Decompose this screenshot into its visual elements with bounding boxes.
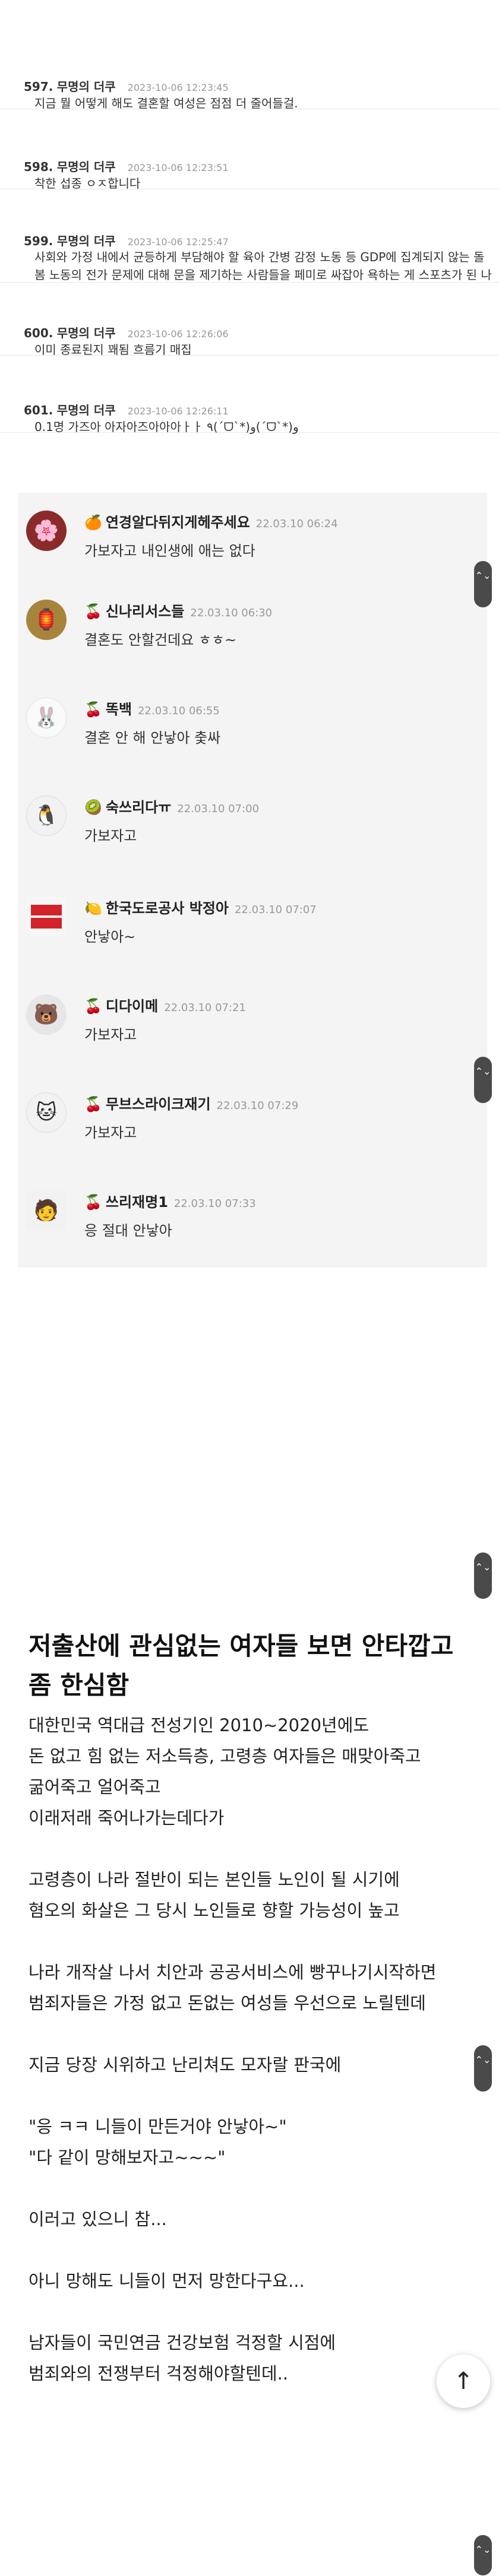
comment-598: 598. 무명의 더쿠 2023-10-06 12:23:51 착한 섭종 ㅇㅈ합… <box>0 145 499 191</box>
comment-nick[interactable]: 무명의 더쿠 <box>57 80 116 94</box>
article-line: 아니 망해도 니들이 먼저 망한다구요... <box>29 2271 305 2291</box>
penguin-icon[interactable]: 🐧 <box>26 796 67 836</box>
chat-nick[interactable]: 신나리서스들 <box>106 603 184 620</box>
chat-time: 22.03.10 06:30 <box>190 607 273 619</box>
level-badge-icon: 🍒 <box>84 1096 102 1113</box>
article-line: 돈 없고 힘 없는 저소득층, 고령층 여자들은 매맞아죽고 <box>29 1746 421 1766</box>
comment-number: 599. <box>24 234 53 248</box>
chat-nick[interactable]: 쓰리재명1 <box>106 1194 168 1211</box>
article-line: 대한민국 역대급 전성기인 2010~2020년에도 <box>29 1715 369 1735</box>
chat-time: 22.03.10 07:29 <box>216 1100 299 1112</box>
profile-photo-icon[interactable]: 🌸 <box>26 511 67 551</box>
scroll-handle[interactable]: ⌃⌄ <box>474 561 492 607</box>
comment-body: 0.1명 가즈아 아자아즈아아아ㅏㅏ ٩(ˊᗜˋ*)و(ˊᗜˋ*)و <box>34 420 299 434</box>
comment-nick[interactable]: 무명의 더쿠 <box>57 326 116 340</box>
article-line: 이래저래 죽어나가는데다가 <box>29 1808 225 1828</box>
comment-date: 2023-10-06 12:23:45 <box>127 82 229 93</box>
level-badge-icon: 🍒 <box>84 603 102 620</box>
chat-time: 22.03.10 07:07 <box>234 904 317 916</box>
article-line: 지금 당장 시위하고 난리쳐도 모자랄 판국에 <box>29 2055 342 2075</box>
character-icon[interactable]: 🧑 <box>26 1190 67 1231</box>
comment-body: 이미 종료된지 꽤됨 흐름기 매집 <box>34 343 192 357</box>
chat-text: 가보자고 <box>84 1026 137 1043</box>
comment-nick[interactable]: 무명의 더쿠 <box>57 234 116 248</box>
chat-text: 응 절대 안낳아 <box>84 1222 172 1239</box>
chat-text: 가보자고 <box>84 1124 137 1141</box>
chat-time: 22.03.10 06:24 <box>255 518 338 530</box>
chat-nick[interactable]: 숙쓰리다ㅠ <box>106 799 171 816</box>
comment-nick[interactable]: 무명의 더쿠 <box>57 160 116 174</box>
chat-nick[interactable]: 똑백 <box>106 701 132 718</box>
article-title: 저출산에 관심없는 여자들 보면 안타깝고 좀 한심함 <box>29 1631 454 1700</box>
comment-number: 597. <box>24 80 53 94</box>
scroll-handle[interactable]: ⌃⌄ <box>474 1552 492 1599</box>
chat-time: 22.03.10 07:33 <box>173 1197 256 1210</box>
level-badge-icon: 🥝 <box>84 799 102 816</box>
level-badge-icon: 🍒 <box>84 701 102 718</box>
article-line: "다 같이 망해보자고~~~" <box>29 2147 226 2168</box>
level-badge-icon: 🍊 <box>84 514 102 531</box>
chat-text: 결혼 안 해 안낳아 춫싸 <box>84 730 221 746</box>
bear-icon[interactable]: 🐻 <box>26 994 67 1035</box>
article-line: 남자들이 국민연금 건강보험 걱정할 시점에 <box>29 2333 336 2353</box>
chat-comment-list: 🌸 🍊 연경알다뒤지게헤주세요 22.03.10 06:24 가보자고 내인생에 애… <box>18 493 487 1268</box>
comment-600: 600. 무명의 더쿠 2023-10-06 12:26:06 이미 종료된지 꽤… <box>0 312 499 357</box>
rabbit-icon[interactable]: 🐰 <box>26 698 67 738</box>
comment-number: 598. <box>24 160 53 174</box>
level-badge-icon: 🍒 <box>84 1194 102 1211</box>
chat-time: 22.03.10 06:55 <box>138 705 220 717</box>
comment-number: 600. <box>24 326 53 340</box>
article-body: 대한민국 역대급 전성기인 2010~2020년에도돈 없고 힘 없는 저소득층… <box>29 1710 480 2389</box>
comment-599: 599. 무명의 더쿠 2023-10-06 12:25:47 사회와 가정 내에… <box>0 220 499 283</box>
article-line: 이러고 있으니 참... <box>29 2209 167 2229</box>
chat-time: 22.03.10 07:00 <box>177 803 260 815</box>
text-logo-icon[interactable] <box>26 896 67 937</box>
comment-number: 601. <box>24 403 53 417</box>
article-line: 혐오의 화살은 그 당시 노인들로 향할 가능성이 높고 <box>29 1900 400 1921</box>
article-line: 고령층이 나라 절반이 되는 본인들 노인이 될 시기에 <box>29 1870 400 1890</box>
article-line: 범죄자들은 가정 없고 돈없는 여성들 우선으로 노릴텐데 <box>29 1993 426 2013</box>
comment-nick[interactable]: 무명의 더쿠 <box>57 403 116 417</box>
chat-nick[interactable]: 디다이메 <box>106 998 158 1015</box>
comment-601: 601. 무명의 더쿠 2023-10-06 12:26:11 0.1명 가즈아 … <box>0 389 499 434</box>
chat-nick[interactable]: 연경알다뒤지게헤주세요 <box>106 514 250 531</box>
comment-date: 2023-10-06 12:26:11 <box>127 405 229 417</box>
comment-body: 지금 뭘 어떻게 해도 결혼할 여성은 점점 더 줄어들걸. <box>34 96 298 110</box>
article-line: 범죄와의 전쟁부터 걱정해야할텐데.. <box>29 2363 289 2384</box>
article: 저출산에 관심없는 여자들 보면 안타깝고 좀 한심함 대한민국 역대급 전성기… <box>29 1627 480 2389</box>
chat-text: 가보자고 <box>84 828 137 844</box>
comment-body: 사회와 가정 내에서 균등하게 부담해야 할 육아 간병 감정 노동 등 GDP… <box>34 250 492 282</box>
chat-nick[interactable]: 한국도로공사 박정아 <box>106 900 229 917</box>
comment-date: 2023-10-06 12:23:51 <box>127 162 229 173</box>
article-line: 굶어죽고 얼어죽고 <box>29 1777 161 1797</box>
scroll-handle[interactable]: ⌃⌄ <box>474 1057 492 1103</box>
level-badge-icon: 🍋 <box>84 900 102 917</box>
chat-time: 22.03.10 07:21 <box>164 1002 246 1014</box>
comment-date: 2023-10-06 12:25:47 <box>127 236 229 248</box>
chat-nick[interactable]: 무브스라이크재기 <box>106 1096 211 1113</box>
cat-icon[interactable]: 🐱 <box>26 1092 67 1133</box>
comment-date: 2023-10-06 12:26:06 <box>127 328 229 340</box>
scroll-to-top-button[interactable]: ↑ <box>437 2355 490 2408</box>
level-badge-icon: 🍒 <box>84 998 102 1015</box>
article-line: "응 ㅋㅋ 니들이 만든거야 안낳아~" <box>29 2116 287 2137</box>
article-line: 나라 개작살 나서 치안과 공공서비스에 빵꾸나기시작하면 <box>29 1962 437 1982</box>
comment-body: 착한 섭종 ㅇㅈ합니다 <box>34 176 141 191</box>
chat-text: 안낳아~ <box>84 929 136 945</box>
arrow-up-icon: ↑ <box>453 2368 473 2395</box>
chat-text: 가보자고 내인생에 애는 없다 <box>84 543 255 559</box>
scroll-handle[interactable]: ⌃⌄ <box>474 2535 492 2575</box>
chat-text: 결혼도 안할건데요 ㅎㅎ~ <box>84 632 237 648</box>
profile-photo-icon[interactable]: 🏮 <box>26 600 67 640</box>
comment-597: 597. 무명의 더쿠 2023-10-06 12:23:45 지금 뭘 어떻게 … <box>0 65 499 110</box>
